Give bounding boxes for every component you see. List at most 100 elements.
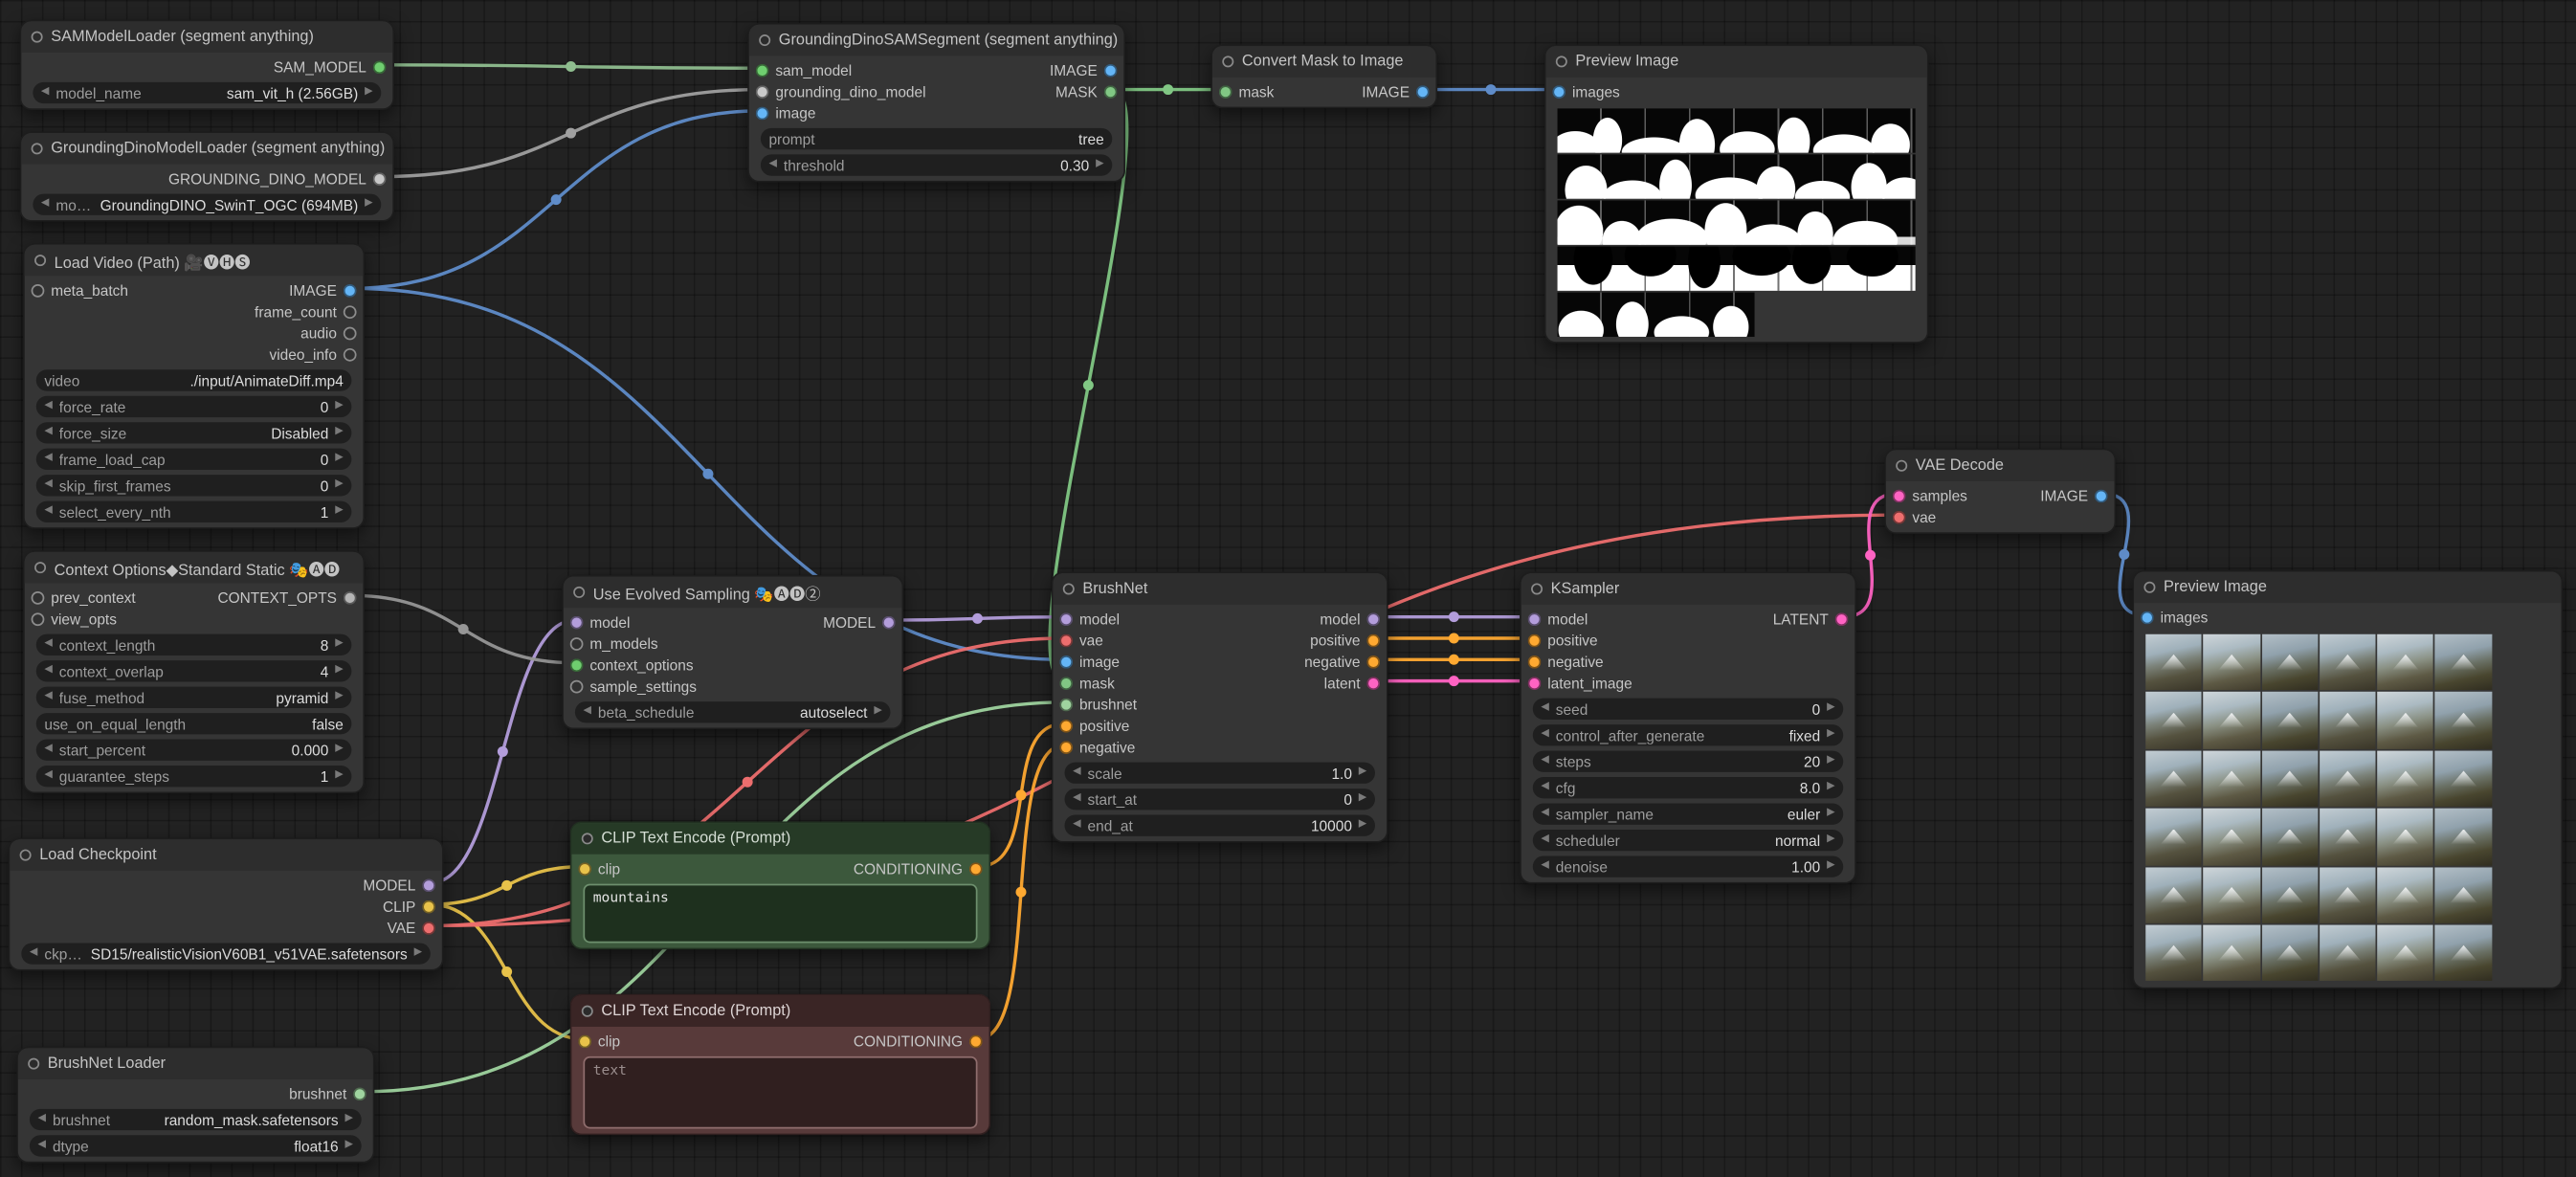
node-convert-mask-to-image[interactable]: Convert Mask to ImagemaskIMAGE — [1210, 44, 1437, 108]
decrement-arrow-icon[interactable]: ◀ — [1541, 703, 1549, 714]
widget-brushnet[interactable]: ◀brushnetrandom_mask.safetensors▶ — [30, 1109, 362, 1130]
node-header[interactable]: BrushNet Loader — [18, 1048, 373, 1079]
output-dot-icon[interactable] — [969, 1034, 983, 1048]
input-slot-mask[interactable]: mask — [1053, 672, 1114, 693]
collapse-dot-icon[interactable] — [1896, 460, 1907, 472]
node-header[interactable]: SAMModelLoader (segment anything) — [21, 21, 392, 53]
collapse-dot-icon[interactable] — [34, 562, 46, 573]
output-dot-icon[interactable] — [1104, 63, 1118, 77]
input-dot-icon[interactable] — [1893, 510, 1906, 523]
output-slot-LATENT[interactable]: LATENT — [1773, 608, 1855, 629]
input-slot-clip[interactable]: clip — [571, 1030, 620, 1051]
output-slot-IMAGE[interactable]: IMAGE — [1050, 59, 1123, 80]
collapse-dot-icon[interactable] — [573, 587, 585, 598]
increment-arrow-icon[interactable]: ▶ — [1827, 835, 1835, 846]
output-slot-VAE[interactable]: VAE — [388, 917, 442, 938]
collapse-dot-icon[interactable] — [32, 143, 43, 154]
input-slot-brushnet[interactable]: brushnet — [1053, 693, 1137, 714]
output-slot-GROUNDING_DINO_MODEL[interactable]: GROUNDING_DINO_MODEL — [168, 167, 392, 189]
node-header[interactable]: Convert Mask to Image — [1212, 46, 1435, 78]
output-slot-brushnet[interactable]: brushnet — [289, 1082, 373, 1103]
output-dot-icon[interactable] — [1104, 84, 1118, 98]
output-dot-icon[interactable] — [422, 899, 435, 913]
widget-use_on_equal_length[interactable]: use_on_equal_lengthfalse — [36, 713, 352, 734]
input-slot-latent_image[interactable]: latent_image — [1521, 672, 1632, 693]
node-load-checkpoint[interactable]: Load CheckpointMODELCLIPVAE◀ckpt_nameSD1… — [9, 838, 444, 971]
input-dot-icon[interactable] — [1219, 84, 1232, 98]
input-slot-sam_model[interactable]: sam_model — [749, 59, 852, 80]
input-slot-negative[interactable]: negative — [1053, 736, 1135, 757]
input-dot-icon[interactable] — [756, 106, 769, 120]
increment-arrow-icon[interactable]: ▶ — [365, 87, 373, 98]
increment-arrow-icon[interactable]: ▶ — [335, 480, 344, 491]
increment-arrow-icon[interactable]: ▶ — [335, 639, 344, 650]
decrement-arrow-icon[interactable]: ◀ — [44, 639, 53, 650]
decrement-arrow-icon[interactable]: ◀ — [1541, 809, 1549, 819]
input-dot-icon[interactable] — [1059, 698, 1073, 711]
decrement-arrow-icon[interactable]: ◀ — [44, 454, 53, 464]
input-dot-icon[interactable] — [756, 63, 769, 77]
decrement-arrow-icon[interactable]: ◀ — [44, 744, 53, 755]
output-dot-icon[interactable] — [2095, 489, 2108, 502]
widget-ckpt_name[interactable]: ◀ckpt_nameSD15/realisticVisionV60B1_v51V… — [21, 943, 430, 964]
widget-beta_schedule[interactable]: ◀beta_scheduleautoselect▶ — [575, 701, 891, 722]
decrement-arrow-icon[interactable]: ◀ — [1073, 794, 1081, 805]
node-preview-image-mask[interactable]: Preview Imageimages — [1544, 44, 1929, 343]
node-grounding-dino-sam-segment[interactable]: GroundingDinoSAMSegment (segment anythin… — [747, 23, 1125, 183]
collapse-dot-icon[interactable] — [32, 32, 43, 43]
decrement-arrow-icon[interactable]: ◀ — [1073, 820, 1081, 831]
input-dot-icon[interactable] — [1059, 633, 1073, 647]
decrement-arrow-icon[interactable]: ◀ — [1541, 730, 1549, 741]
widget-start_at[interactable]: ◀start_at0▶ — [1064, 788, 1374, 810]
output-slot-IMAGE[interactable]: IMAGE — [1362, 80, 1435, 101]
widget-model_name[interactable]: ◀model_namesam_vit_h (2.56GB)▶ — [33, 82, 381, 103]
increment-arrow-icon[interactable]: ▶ — [335, 428, 344, 438]
collapse-dot-icon[interactable] — [20, 850, 32, 861]
input-slot-meta_batch[interactable]: meta_batch — [25, 279, 128, 300]
increment-arrow-icon[interactable]: ▶ — [365, 199, 373, 210]
collapse-dot-icon[interactable] — [34, 255, 46, 266]
decrement-arrow-icon[interactable]: ◀ — [768, 160, 777, 170]
node-clip-text-encode-positive[interactable]: CLIP Text Encode (Prompt)clipCONDITIONIN… — [570, 821, 991, 949]
input-slot-image[interactable]: image — [749, 101, 816, 122]
widget-start_percent[interactable]: ◀start_percent0.000▶ — [36, 740, 352, 761]
collapse-dot-icon[interactable] — [1063, 583, 1075, 594]
output-slot-SAM_MODEL[interactable]: SAM_MODEL — [274, 56, 392, 77]
input-dot-icon[interactable] — [578, 861, 591, 875]
output-slot-MASK[interactable]: MASK — [1055, 80, 1123, 101]
increment-arrow-icon[interactable]: ▶ — [1827, 861, 1835, 872]
output-slot-MODEL[interactable]: MODEL — [823, 611, 901, 633]
input-dot-icon[interactable] — [1528, 676, 1542, 689]
output-dot-icon[interactable] — [1366, 676, 1380, 689]
node-header[interactable]: Load Checkpoint — [10, 839, 442, 871]
decrement-arrow-icon[interactable]: ◀ — [37, 1114, 46, 1124]
node-header[interactable]: CLIP Text Encode (Prompt) — [571, 995, 988, 1027]
decrement-arrow-icon[interactable]: ◀ — [44, 506, 53, 517]
input-dot-icon[interactable] — [570, 636, 584, 650]
decrement-arrow-icon[interactable]: ◀ — [1541, 783, 1549, 793]
output-slot-CLIP[interactable]: CLIP — [383, 896, 442, 917]
increment-arrow-icon[interactable]: ▶ — [1359, 820, 1367, 831]
input-dot-icon[interactable] — [1059, 612, 1073, 626]
increment-arrow-icon[interactable]: ▶ — [1827, 730, 1835, 741]
output-slot-positive[interactable]: positive — [1310, 630, 1387, 651]
widget-scheduler[interactable]: ◀schedulernormal▶ — [1533, 830, 1843, 851]
increment-arrow-icon[interactable]: ▶ — [335, 744, 344, 755]
output-slot-audio[interactable]: audio — [300, 322, 363, 343]
increment-arrow-icon[interactable]: ▶ — [874, 707, 882, 718]
input-dot-icon[interactable] — [32, 612, 45, 626]
input-slot-vae[interactable]: vae — [1886, 506, 1936, 527]
output-dot-icon[interactable] — [1835, 612, 1849, 626]
decrement-arrow-icon[interactable]: ◀ — [44, 480, 53, 491]
widget-prompt[interactable]: prompttree — [761, 128, 1112, 149]
decrement-arrow-icon[interactable]: ◀ — [41, 199, 50, 210]
widget-skip_first_frames[interactable]: ◀skip_first_frames0▶ — [36, 475, 352, 496]
input-dot-icon[interactable] — [1528, 633, 1542, 647]
input-slot-positive[interactable]: positive — [1521, 630, 1598, 651]
input-slot-vae[interactable]: vae — [1053, 630, 1102, 651]
input-dot-icon[interactable] — [32, 283, 45, 297]
output-dot-icon[interactable] — [1416, 84, 1430, 98]
node-grounding-dino-model-loader[interactable]: GroundingDinoModelLoader (segment anythi… — [20, 131, 394, 221]
output-slot-IMAGE[interactable]: IMAGE — [289, 279, 363, 300]
output-slot-CONTEXT_OPTS[interactable]: CONTEXT_OPTS — [217, 587, 363, 608]
